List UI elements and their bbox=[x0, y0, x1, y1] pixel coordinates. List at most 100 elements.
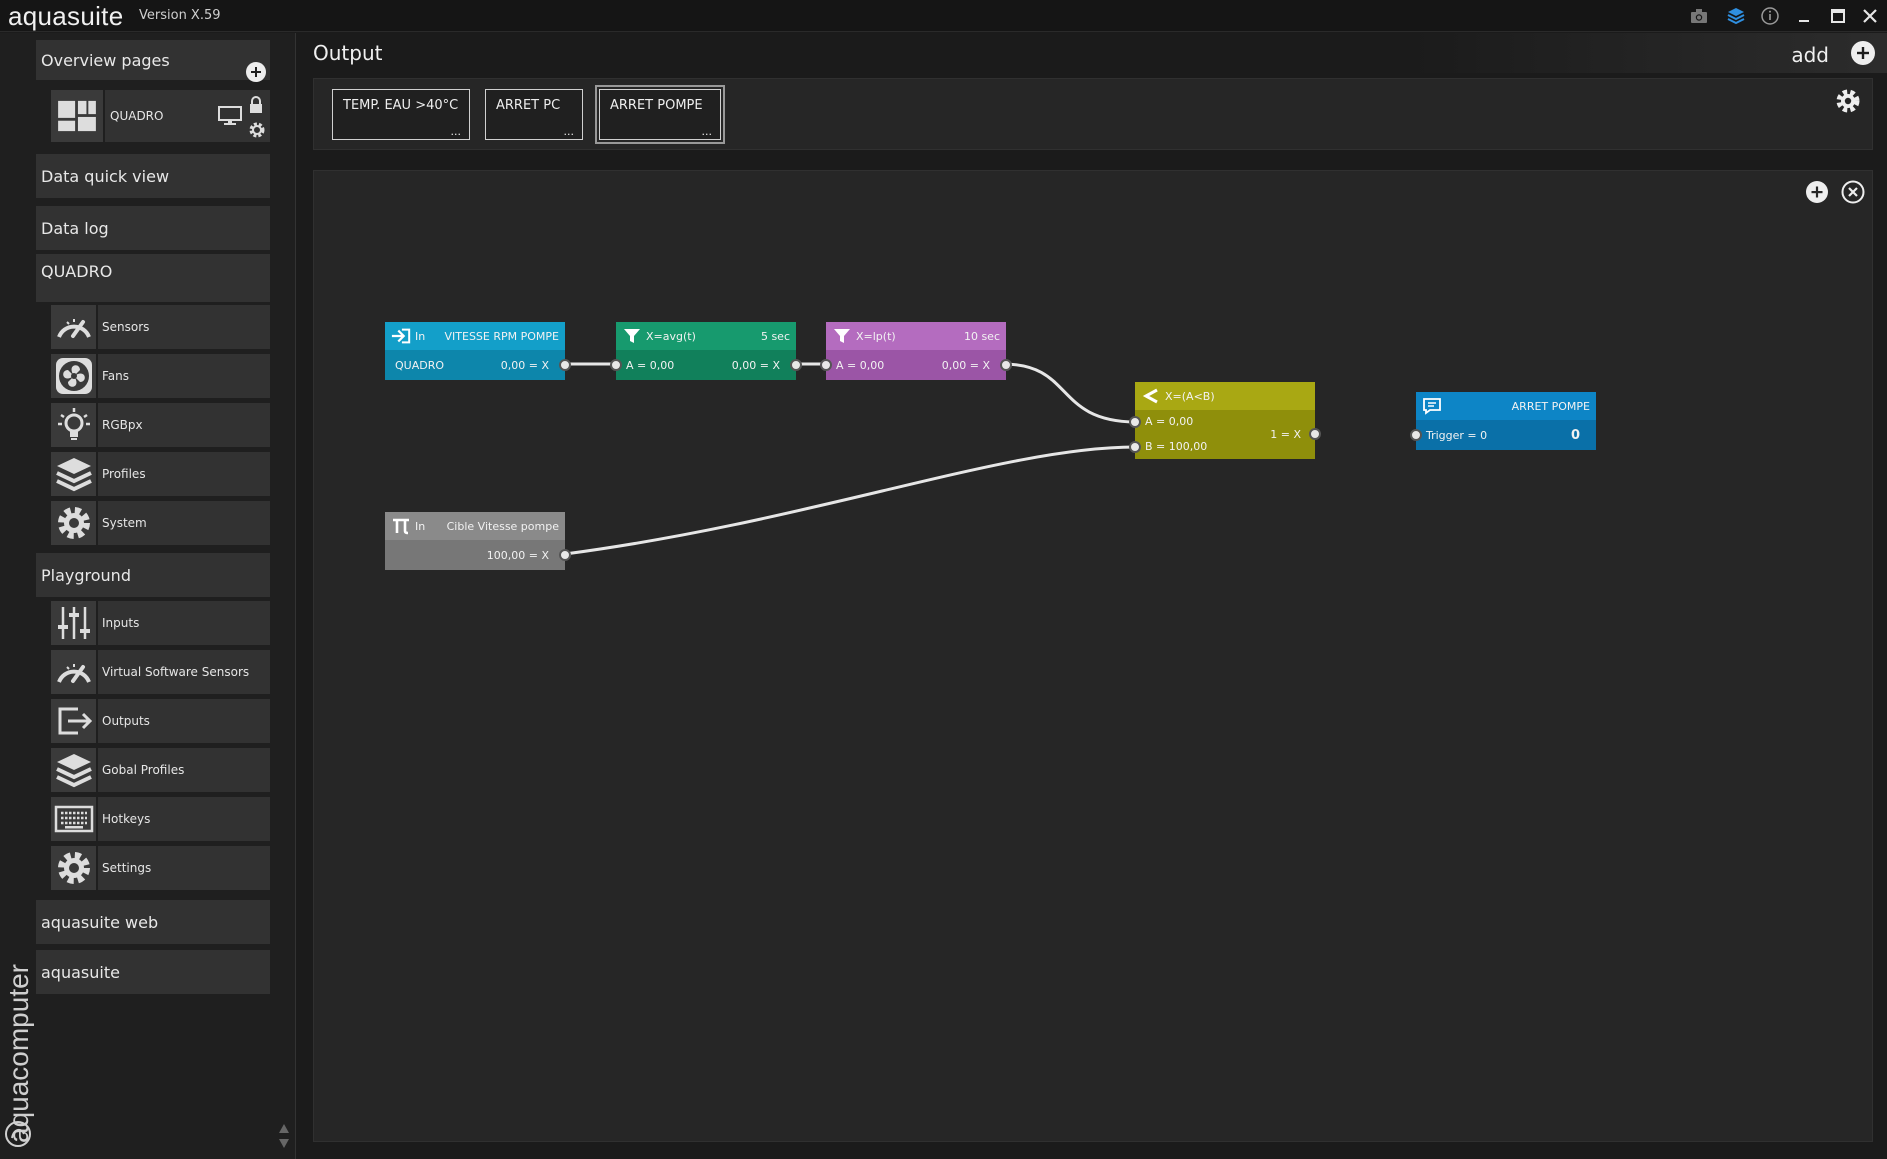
less-than-icon bbox=[1142, 388, 1158, 404]
quadro-section-button[interactable]: QUADRO bbox=[36, 254, 270, 302]
scroll-arrows-icon[interactable] bbox=[278, 1121, 290, 1151]
minimize-icon[interactable] bbox=[1792, 5, 1816, 27]
data-log-button[interactable]: Data log bbox=[36, 206, 270, 250]
sidebar-item-label: RGBpx bbox=[98, 403, 270, 447]
gear-icon bbox=[51, 846, 96, 890]
node-header: ARRET POMPE bbox=[1416, 392, 1596, 420]
tab-arret-pompe[interactable]: ARRET POMPE ... bbox=[595, 85, 725, 144]
output-tabs: TEMP. EAU >40°C ... ARRET PC ... ARRET P… bbox=[313, 78, 1873, 150]
sidebar-item-label: System bbox=[98, 501, 270, 545]
node-header: X=avg(t) 5 sec bbox=[616, 322, 796, 350]
aquasuite-label: aquasuite bbox=[41, 962, 120, 982]
node-output-value: 100,00 = X bbox=[486, 548, 549, 562]
sidebar-item-outputs[interactable]: Outputs bbox=[51, 699, 270, 743]
layers-icon bbox=[51, 452, 96, 496]
tab-temp-eau[interactable]: TEMP. EAU >40°C ... bbox=[332, 89, 470, 140]
wire-lp-to-compare-a bbox=[1002, 362, 1136, 424]
sidebar-item-gobal-profiles[interactable]: Gobal Profiles bbox=[51, 748, 270, 792]
node-constant[interactable]: In Cible Vitesse pompe 100,00 = X bbox=[385, 512, 571, 570]
input-port-b[interactable] bbox=[1129, 441, 1141, 453]
sidebar-item-inputs[interactable]: Inputs bbox=[51, 601, 270, 645]
input-port[interactable] bbox=[820, 359, 832, 371]
page-settings-icon[interactable] bbox=[247, 120, 267, 140]
sidebar-item-label: Virtual Software Sensors bbox=[98, 650, 270, 694]
input-port[interactable] bbox=[610, 359, 622, 371]
input-port-a[interactable] bbox=[1129, 416, 1141, 428]
node-header: In Cible Vitesse pompe bbox=[385, 512, 565, 540]
aquacomputer-logo-icon bbox=[5, 1121, 31, 1147]
app-title: aquasuite bbox=[8, 1, 124, 31]
playground-section-button[interactable]: Playground bbox=[36, 553, 270, 597]
node-avg[interactable]: X=avg(t) 5 sec A = 0,00 0,00 = X bbox=[610, 322, 802, 380]
overview-pages-button[interactable]: Overview pages bbox=[36, 40, 270, 80]
sidebar-item-settings[interactable]: Settings bbox=[51, 846, 270, 890]
sidebar-item-label: Sensors bbox=[98, 305, 270, 349]
sidebar-item-rgbpx[interactable]: RGBpx bbox=[51, 403, 270, 447]
info-icon[interactable] bbox=[1758, 5, 1782, 27]
layers-icon[interactable] bbox=[1724, 5, 1748, 27]
lock-icon[interactable] bbox=[248, 96, 264, 114]
node-formula: X=avg(t) bbox=[646, 329, 696, 343]
tab-more[interactable]: ... bbox=[451, 125, 462, 138]
sidebar-item-virtual-software-sensors[interactable]: Virtual Software Sensors bbox=[51, 650, 270, 694]
overview-pages-label: Overview pages bbox=[41, 50, 170, 70]
output-port[interactable] bbox=[559, 359, 571, 371]
node-output-value: 0,00 = X bbox=[731, 358, 780, 372]
main-header: Output add bbox=[300, 33, 1887, 73]
tab-more[interactable]: ... bbox=[702, 125, 713, 138]
output-port[interactable] bbox=[559, 549, 571, 561]
monitor-icon[interactable] bbox=[217, 105, 243, 125]
tab-arret-pc[interactable]: ARRET PC ... bbox=[485, 89, 583, 140]
sidebar-item-profiles[interactable]: Profiles bbox=[51, 452, 270, 496]
node-input-value: A = 0,00 bbox=[836, 358, 885, 372]
wire-constant-to-compare-b bbox=[564, 445, 1136, 556]
sidebar-item-sensors[interactable]: Sensors bbox=[51, 305, 270, 349]
tab-more[interactable]: ... bbox=[564, 125, 575, 138]
sidebar-item-label: Hotkeys bbox=[98, 797, 270, 841]
add-page-icon[interactable] bbox=[245, 61, 267, 83]
add-label[interactable]: add bbox=[1791, 43, 1829, 67]
sidebar: Overview pages QUADRO Data quick view Da… bbox=[0, 33, 296, 1159]
output-icon bbox=[51, 699, 96, 743]
node-formula: X=lp(t) bbox=[856, 329, 896, 343]
add-output-icon[interactable] bbox=[1849, 39, 1877, 67]
node-input-rpm[interactable]: In VITESSE RPM POMPE QUADRO 0,00 = X bbox=[385, 322, 571, 380]
node-canvas[interactable]: In VITESSE RPM POMPE QUADRO 0,00 = X X=a… bbox=[313, 170, 1873, 1142]
filter-icon bbox=[834, 329, 850, 343]
sidebar-item-hotkeys[interactable]: Hotkeys bbox=[51, 797, 270, 841]
close-icon[interactable] bbox=[1858, 5, 1882, 27]
lightbulb-icon bbox=[51, 403, 96, 447]
keyboard-icon bbox=[51, 797, 96, 841]
output-port[interactable] bbox=[790, 359, 802, 371]
aquasuite-button[interactable]: aquasuite bbox=[36, 950, 270, 994]
gear-icon[interactable] bbox=[1834, 87, 1862, 115]
node-param: 10 sec bbox=[963, 329, 1000, 343]
node-name: Cible Vitesse pompe bbox=[446, 519, 559, 533]
node-compare[interactable]: X=(A<B) A = 0,00 B = 100,00 1 = X bbox=[1129, 382, 1321, 459]
fan-icon bbox=[51, 354, 96, 398]
aquasuite-web-button[interactable]: aquasuite web bbox=[36, 900, 270, 944]
tab-label: ARRET POMPE bbox=[610, 98, 703, 113]
node-output-value: 0 bbox=[1570, 427, 1580, 443]
node-source: QUADRO bbox=[395, 358, 445, 372]
node-header: In VITESSE RPM POMPE bbox=[385, 322, 565, 350]
output-port[interactable] bbox=[1000, 359, 1012, 371]
sidebar-item-fans[interactable]: Fans bbox=[51, 354, 270, 398]
node-input-b: B = 100,00 bbox=[1145, 440, 1208, 453]
node-input-a: A = 0,00 bbox=[1145, 415, 1194, 428]
output-port[interactable] bbox=[1309, 428, 1321, 440]
sidebar-item-label: Gobal Profiles bbox=[98, 748, 270, 792]
sliders-icon bbox=[51, 601, 96, 645]
node-lp[interactable]: X=lp(t) 10 sec A = 0,00 0,00 = X bbox=[820, 322, 1012, 380]
input-port[interactable] bbox=[1410, 429, 1422, 441]
sidebar-item-system[interactable]: System bbox=[51, 501, 270, 545]
camera-icon[interactable] bbox=[1687, 5, 1711, 27]
sidebar-item-label: Profiles bbox=[98, 452, 270, 496]
page-title: Output bbox=[313, 41, 383, 65]
node-output-value: 0,00 = X bbox=[941, 358, 990, 372]
maximize-icon[interactable] bbox=[1826, 5, 1850, 27]
node-wires bbox=[564, 362, 1136, 556]
node-output[interactable]: ARRET POMPE Trigger = 0 0 bbox=[1410, 392, 1596, 450]
data-quick-view-button[interactable]: Data quick view bbox=[36, 154, 270, 198]
sidebar-item-label: Settings bbox=[98, 846, 270, 890]
